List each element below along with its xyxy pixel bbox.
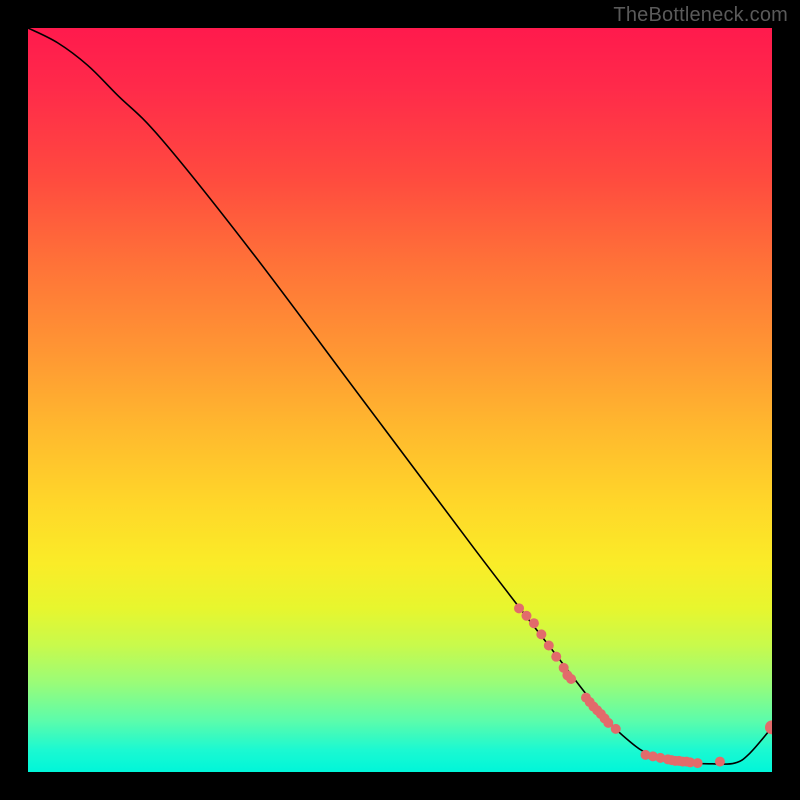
watermark-label: TheBottleneck.com <box>613 4 788 27</box>
curve-marker <box>611 724 621 734</box>
curve-marker <box>529 618 539 628</box>
curve-layer <box>28 28 772 772</box>
curve-marker <box>514 603 524 613</box>
chart-root: TheBottleneck.com <box>0 0 800 800</box>
curve-marker <box>544 641 554 651</box>
curve-marker <box>693 758 703 768</box>
curve-markers-flat <box>641 750 725 768</box>
curve-marker <box>715 757 725 767</box>
curve-marker <box>551 652 561 662</box>
plot-area <box>28 28 772 772</box>
curve-marker <box>521 611 531 621</box>
bottleneck-curve <box>28 28 772 764</box>
curve-marker <box>566 674 576 684</box>
curve-markers-upper <box>514 603 621 734</box>
curve-end-marker <box>765 720 772 734</box>
curve-marker <box>536 629 546 639</box>
